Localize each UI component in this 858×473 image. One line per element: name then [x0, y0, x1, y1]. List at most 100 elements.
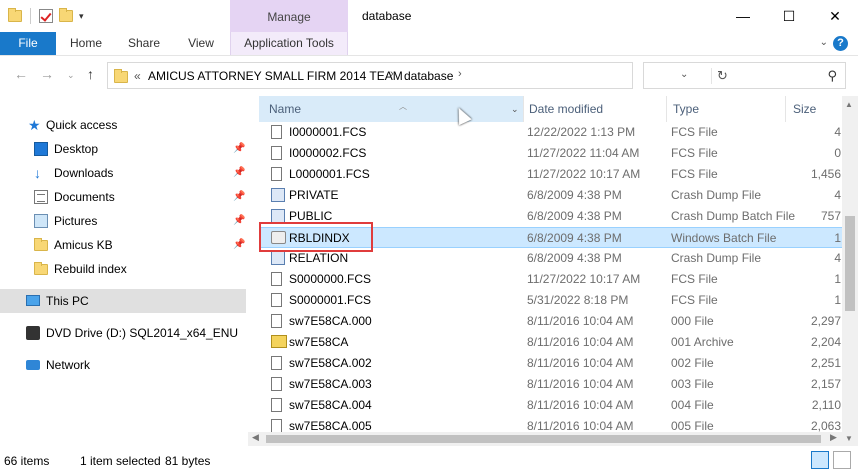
pin-icon[interactable]: 📌 [233, 209, 245, 233]
status-bar: 66 items 1 item selected 81 bytes [0, 449, 858, 473]
file-list: ︿ Name ⌄ Date modified Type Size I000000… [248, 96, 842, 432]
file-row[interactable]: S0000001.FCS 5/31/2022 8:18 PM FCS File … [261, 290, 842, 311]
nav-item-desktop[interactable]: Desktop 📌 [0, 137, 246, 161]
new-folder-icon[interactable] [59, 8, 73, 22]
recent-locations-icon[interactable]: ⌄ [67, 70, 75, 81]
file-row[interactable]: S0000000.FCS 11/27/2022 10:17 AM FCS Fil… [261, 269, 842, 290]
file-row[interactable]: PUBLIC 6/8/2009 4:38 PM Crash Dump Batch… [261, 206, 842, 227]
tab-application-tools[interactable]: Application Tools [230, 32, 348, 55]
file-row[interactable]: sw7E58CA.003 8/11/2016 10:04 AM 003 File… [261, 374, 842, 395]
file-row[interactable]: sw7E58CA.005 8/11/2016 10:04 AM 005 File… [261, 416, 842, 432]
tab-file[interactable]: File [0, 32, 56, 55]
large-icons-view-icon[interactable] [833, 451, 851, 469]
file-row[interactable]: I0000001.FCS 12/22/2022 1:13 PM FCS File… [261, 122, 842, 143]
help-icon[interactable]: ? [833, 36, 848, 51]
nav-item-network[interactable]: Network [0, 353, 246, 377]
file-name: sw7E58CA.003 [289, 377, 372, 391]
file-type: FCS File [671, 167, 718, 181]
scrollbar-thumb[interactable] [845, 216, 855, 311]
horizontal-scrollbar[interactable]: ◀ ▶ [248, 432, 842, 446]
file-row[interactable]: RELATION 6/8/2009 4:38 PM Crash Dump Fil… [261, 248, 842, 269]
dvd-icon [26, 326, 40, 340]
tab-home[interactable]: Home [58, 32, 114, 55]
file-name: sw7E58CA.004 [289, 398, 372, 412]
nav-item-amicus-kb[interactable]: Amicus KB 📌 [0, 233, 246, 257]
scroll-left-icon[interactable]: ◀ [252, 432, 259, 443]
file-size: 4 [834, 125, 841, 139]
file-icon [271, 146, 282, 160]
file-size: 2,110 [811, 398, 841, 412]
column-header-type[interactable]: Type [673, 96, 699, 122]
manage-tab-group[interactable]: Manage [230, 0, 348, 32]
file-icon [271, 293, 282, 307]
pin-icon[interactable]: 📌 [233, 137, 245, 161]
file-row[interactable]: PRIVATE 6/8/2009 4:38 PM Crash Dump File… [261, 185, 842, 206]
file-name: sw7E58CA.000 [289, 314, 372, 328]
pin-icon[interactable]: 📌 [233, 185, 245, 209]
address-bar[interactable]: « AMICUS ATTORNEY SMALL FIRM 2014 TEAM ›… [107, 62, 728, 89]
column-header-size[interactable]: Size [793, 96, 816, 122]
file-type: Crash Dump File [671, 188, 762, 202]
breadcrumb-separator-icon[interactable]: › [390, 68, 394, 80]
file-row[interactable]: sw7E58CA.002 8/11/2016 10:04 AM 002 File… [261, 353, 842, 374]
search-input[interactable] [648, 66, 818, 85]
file-icon [271, 314, 282, 328]
minimize-button[interactable]: — [720, 0, 766, 32]
forward-arrow-icon[interactable]: → [40, 66, 54, 82]
close-button[interactable]: ✕ [812, 0, 858, 32]
scroll-up-icon[interactable]: ▲ [845, 100, 853, 109]
title-bar: ▾ Manage database — ☐ ✕ [0, 0, 858, 32]
file-row[interactable]: I0000002.FCS 11/27/2022 11:04 AM FCS Fil… [261, 143, 842, 164]
vertical-scrollbar[interactable]: ▲ ▼ [842, 96, 858, 446]
search-icon[interactable]: ⚲ [827, 68, 837, 84]
scroll-down-icon[interactable]: ▼ [845, 434, 853, 443]
column-divider[interactable] [785, 96, 786, 122]
tab-share[interactable]: Share [116, 32, 172, 55]
file-date: 12/22/2022 1:13 PM [527, 125, 636, 139]
ribbon-tabs: File Home Share View Application Tools ⌄… [0, 32, 858, 56]
breadcrumb-overflow[interactable]: « [134, 69, 141, 83]
file-name: I0000001.FCS [289, 125, 367, 139]
scrollbar-thumb[interactable] [266, 435, 821, 443]
search-box[interactable]: ⚲ [643, 62, 846, 89]
folder-icon[interactable] [8, 8, 22, 22]
tab-view[interactable]: View [174, 32, 228, 55]
file-row[interactable]: sw7E58CA.004 8/11/2016 10:04 AM 004 File… [261, 395, 842, 416]
scroll-right-icon[interactable]: ▶ [830, 432, 837, 443]
file-size: 2,204 [810, 335, 841, 349]
column-header-name[interactable]: ︿ Name ⌄ [259, 96, 523, 122]
file-row-selected[interactable]: RBLDINDX 6/8/2009 4:38 PM Windows Batch … [261, 227, 842, 248]
nav-item-downloads[interactable]: ↓ Downloads 📌 [0, 161, 246, 185]
nav-item-documents[interactable]: Documents 📌 [0, 185, 246, 209]
nav-item-pictures[interactable]: Pictures 📌 [0, 209, 246, 233]
pin-icon[interactable]: 📌 [233, 161, 245, 185]
pin-icon[interactable]: 📌 [233, 233, 245, 257]
file-row[interactable]: L0000001.FCS 11/27/2022 10:17 AM FCS Fil… [261, 164, 842, 185]
file-name: sw7E58CA [289, 335, 349, 349]
column-divider[interactable] [523, 96, 524, 122]
file-row[interactable]: sw7E58CA 8/11/2016 10:04 AM 001 Archive … [261, 332, 842, 353]
breadcrumb-item-database[interactable]: database [404, 69, 453, 83]
nav-item-rebuild-index[interactable]: Rebuild index [0, 257, 246, 281]
column-divider[interactable] [666, 96, 667, 122]
column-dropdown-icon[interactable]: ⌄ [511, 96, 519, 122]
back-arrow-icon[interactable]: ← [14, 66, 28, 82]
expand-ribbon-icon[interactable]: ⌄ [820, 37, 828, 48]
details-view-icon[interactable] [811, 451, 829, 469]
nav-item-dvd-drive[interactable]: DVD Drive (D:) SQL2014_x64_ENU [0, 321, 246, 345]
up-arrow-icon[interactable]: ↑ [87, 66, 94, 82]
nav-item-label: DVD Drive (D:) SQL2014_x64_ENU [46, 326, 239, 340]
maximize-button[interactable]: ☐ [766, 0, 812, 32]
properties-icon[interactable] [39, 9, 53, 23]
breadcrumb-separator-icon[interactable]: › [458, 68, 462, 80]
file-size: 1 [834, 231, 841, 245]
breadcrumb-item-amicus[interactable]: AMICUS ATTORNEY SMALL FIRM 2014 TEAM [148, 69, 403, 83]
file-icon [271, 272, 282, 286]
file-type: 001 Archive [671, 335, 734, 349]
file-row[interactable]: sw7E58CA.000 8/11/2016 10:04 AM 000 File… [261, 311, 842, 332]
nav-item-quick-access[interactable]: ★ Quick access [0, 113, 246, 137]
column-header-date[interactable]: Date modified [529, 96, 603, 122]
file-size: 4 [834, 251, 841, 265]
customize-toolbar-dropdown-icon[interactable]: ▾ [79, 11, 84, 22]
nav-item-this-pc[interactable]: This PC [0, 289, 246, 313]
